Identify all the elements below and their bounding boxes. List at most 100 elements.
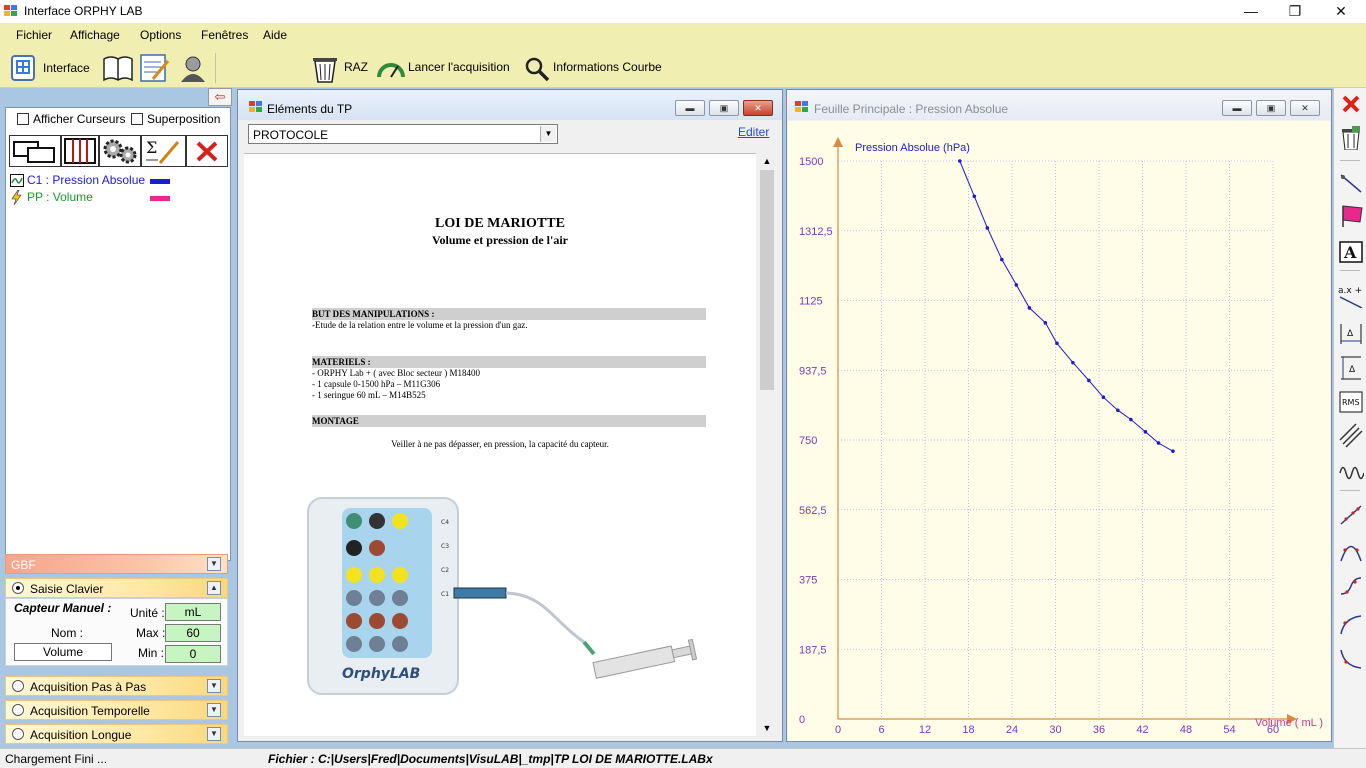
chevron-down-icon[interactable]: ▼	[207, 679, 221, 693]
raz-label: RAZ	[344, 60, 368, 74]
collapse-arrow-icon[interactable]: ⇦	[208, 88, 232, 106]
vertical-scrollbar[interactable]: ▲ ▼	[758, 153, 776, 736]
curve-item-c1[interactable]: C1 : Pression Absolue	[9, 172, 227, 190]
superposition-label: Superposition	[147, 112, 221, 126]
scrollbar-thumb[interactable]	[760, 170, 774, 390]
acquisition-longue-radio[interactable]	[12, 728, 24, 740]
menu-options[interactable]: Options	[140, 28, 181, 42]
tp-elements-window: Eléments du TP ▬ ▣ ✕ PROTOCOLE ▼ Editer …	[237, 89, 783, 742]
launch-acquisition-button[interactable]: Lancer l'acquisition	[374, 51, 514, 85]
curve-fit-icon[interactable]	[1338, 574, 1364, 600]
rms-icon[interactable]: RMS	[1338, 388, 1364, 414]
protocol-page: LOI DE MARIOTTE Volume et pression de l'…	[244, 153, 756, 736]
minimize-button[interactable]: —	[1228, 0, 1274, 23]
hatch-icon[interactable]	[1338, 422, 1364, 448]
chevron-down-icon[interactable]: ▼	[207, 727, 221, 741]
edit-document-icon[interactable]	[139, 53, 171, 83]
close-button[interactable]: ✕	[743, 100, 773, 116]
app-icon	[249, 101, 263, 113]
dropdown-arrow-icon[interactable]: ▼	[540, 126, 556, 142]
svg-text:a.x + b: a.x + b	[1338, 286, 1364, 296]
interface-label: Interface	[43, 61, 90, 75]
exp-fit-icon[interactable]	[1338, 646, 1364, 672]
svg-text:Σ: Σ	[146, 138, 157, 157]
curve-label-pp: PP : Volume	[27, 190, 93, 204]
unite-field[interactable]: mL	[165, 603, 221, 621]
delta-horizontal-icon[interactable]: Δ	[1338, 320, 1364, 346]
min-field[interactable]: 0	[165, 645, 221, 663]
magnifier-icon	[525, 57, 550, 82]
menu-fenetres[interactable]: Fenêtres	[201, 28, 248, 42]
delta-vertical-icon[interactable]: Δ	[1338, 354, 1364, 380]
acquisition-longue-section[interactable]: Acquisition Longue ▼	[5, 724, 228, 744]
parabola-fit-icon[interactable]	[1338, 538, 1364, 564]
text-tool-icon[interactable]: A	[1338, 240, 1364, 266]
close-icon[interactable]	[1338, 92, 1364, 118]
x-tick-label: 36	[1093, 724, 1105, 736]
x-tick-label: 12	[919, 724, 931, 736]
afficher-curseurs-checkbox[interactable]	[17, 113, 29, 125]
linear-fit-icon[interactable]	[1338, 502, 1364, 528]
chevron-down-icon[interactable]: ▼	[207, 557, 221, 571]
unite-label: Unité :	[130, 606, 165, 620]
book-icon[interactable]	[102, 53, 134, 83]
superposition-checkbox[interactable]	[131, 113, 143, 125]
close-button[interactable]: ✕	[1318, 0, 1364, 23]
right-toolbar: A a.x + b Δ Δ RMS	[1333, 88, 1366, 748]
gbf-section[interactable]: GBF ▼	[5, 554, 228, 574]
data-point	[1129, 417, 1133, 422]
menu-fichier[interactable]: Fichier	[16, 28, 52, 42]
log-fit-icon[interactable]	[1338, 610, 1364, 636]
interface-button[interactable]: Interface	[6, 51, 96, 85]
document-select-value: PROTOCOLE	[253, 128, 329, 142]
acquisition-temporelle-section[interactable]: Acquisition Temporelle ▼	[5, 700, 228, 720]
max-field[interactable]: 60	[165, 624, 221, 642]
restore-button[interactable]: ▣	[1256, 100, 1286, 116]
raz-button[interactable]: RAZ	[308, 51, 370, 85]
close-button[interactable]: ✕	[1290, 100, 1320, 116]
document-select[interactable]: PROTOCOLE ▼	[248, 124, 558, 144]
nom-field[interactable]: Volume	[14, 643, 112, 661]
but-text: -Etude de la relation entre le volume et…	[312, 320, 528, 330]
pressure-volume-chart[interactable]: 0 187,5 375 562,5 750 937,5 1125 1312,5 1500 0 6 1…	[788, 121, 1330, 741]
acquisition-pas-section[interactable]: Acquisition Pas à Pas ▼	[5, 676, 228, 696]
user-icon[interactable]	[177, 53, 209, 83]
data-point	[1014, 283, 1019, 287]
columns-tool-button[interactable]	[61, 135, 99, 167]
materiels-item: - 1 capsule 0-1500 hPa – M11G306	[312, 379, 441, 389]
settings-tool-button[interactable]	[99, 135, 141, 167]
delete-tool-button[interactable]	[186, 135, 228, 167]
minimize-button[interactable]: ▬	[675, 100, 705, 116]
regression-icon[interactable]: a.x + b	[1338, 282, 1364, 308]
flag-icon[interactable]	[1338, 202, 1364, 228]
saisie-clavier-section[interactable]: Saisie Clavier ▲	[5, 578, 228, 598]
materiels-item: - ORPHY Lab + ( avec Bloc secteur ) M184…	[312, 368, 480, 378]
chevron-up-icon[interactable]: ▲	[207, 581, 221, 595]
line-tool-icon[interactable]	[1338, 170, 1364, 196]
formula-tool-button[interactable]: Σ	[141, 135, 186, 167]
editer-link[interactable]: Editer	[738, 125, 769, 139]
acquisition-temporelle-radio[interactable]	[12, 704, 24, 716]
maximize-button[interactable]: ❐	[1272, 0, 1318, 23]
doc-subheading: Volume et pression de l'air	[431, 233, 568, 247]
chevron-down-icon[interactable]: ▼	[207, 703, 221, 717]
menu-aide[interactable]: Aide	[263, 28, 287, 42]
nom-label: Nom :	[51, 626, 84, 640]
scroll-up-icon[interactable]: ▲	[758, 153, 776, 169]
curve-item-pp[interactable]: PP : Volume	[9, 189, 227, 207]
data-point	[1171, 449, 1175, 453]
curve-info-button[interactable]: Informations Courbe	[522, 51, 672, 85]
data-point	[958, 159, 962, 163]
port-label: C1	[441, 591, 449, 598]
minimize-button[interactable]: ▬	[1222, 100, 1252, 116]
windows-tool-button[interactable]	[9, 135, 61, 167]
restore-button[interactable]: ▣	[709, 100, 739, 116]
sine-wave-icon[interactable]	[1338, 460, 1364, 486]
acquisition-pas-radio[interactable]	[12, 680, 24, 692]
curve-icon	[10, 174, 24, 187]
scroll-down-icon[interactable]: ▼	[758, 720, 776, 736]
menu-affichage[interactable]: Affichage	[70, 28, 120, 42]
trash-icon[interactable]	[1338, 124, 1364, 150]
svg-text:Δ: Δ	[1349, 365, 1356, 375]
saisie-clavier-radio[interactable]	[12, 582, 24, 594]
